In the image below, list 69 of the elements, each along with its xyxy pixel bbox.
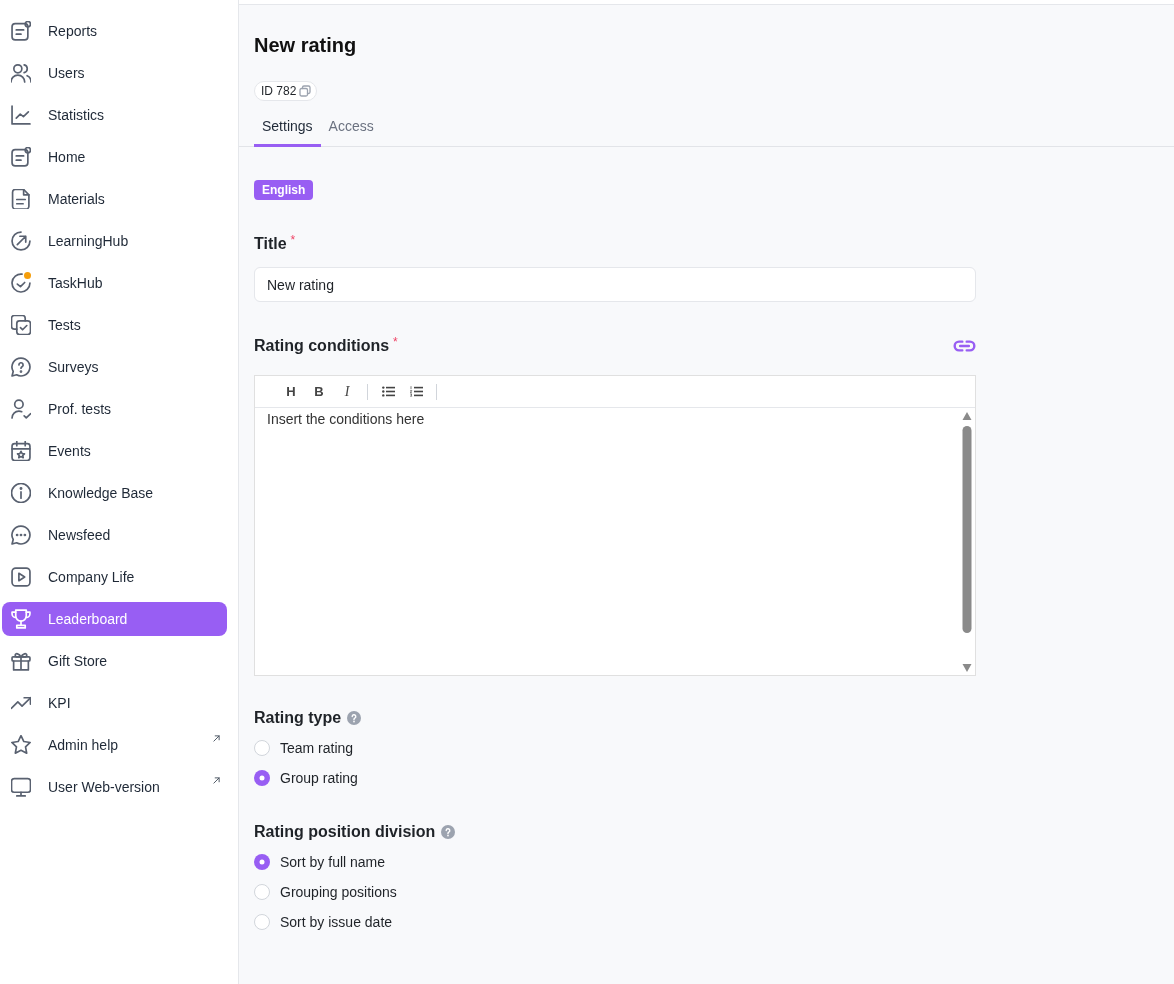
required-mark: * bbox=[393, 336, 398, 348]
sidebar-item[interactable]: User Web-version bbox=[2, 770, 227, 804]
line-chart-icon bbox=[11, 105, 31, 125]
check-circle-icon bbox=[11, 273, 31, 293]
star-icon bbox=[11, 735, 31, 755]
radio-button[interactable] bbox=[254, 740, 270, 756]
required-mark: * bbox=[290, 234, 296, 246]
link-icon[interactable] bbox=[953, 340, 976, 352]
page-title: New rating bbox=[254, 33, 358, 57]
arrow-circle-icon bbox=[11, 231, 31, 251]
sidebar-item[interactable]: Tests bbox=[2, 308, 227, 342]
heading-button[interactable]: H bbox=[277, 377, 305, 406]
radio-label[interactable]: Sort by full name bbox=[280, 851, 386, 873]
help-icon[interactable] bbox=[441, 825, 456, 839]
sidebar-item[interactable]: TaskHub bbox=[2, 266, 227, 300]
sidebar-item[interactable]: KPI bbox=[2, 686, 227, 720]
radio-label[interactable]: Grouping positions bbox=[280, 881, 397, 903]
radio-button[interactable] bbox=[254, 884, 270, 900]
notes-icon bbox=[11, 21, 31, 41]
id-text: ID 782 bbox=[261, 83, 297, 100]
sidebar-item[interactable]: Home bbox=[2, 140, 227, 174]
sidebar-item[interactable]: Gift Store bbox=[2, 644, 227, 678]
users-icon bbox=[11, 63, 31, 83]
radio-button[interactable] bbox=[254, 854, 270, 870]
calendar-icon bbox=[11, 441, 31, 461]
sidebar-item[interactable]: Knowledge Base bbox=[2, 476, 227, 510]
sidebar-item[interactable]: Newsfeed bbox=[2, 518, 227, 552]
sidebar-item[interactable]: Leaderboard bbox=[2, 602, 227, 636]
editor-field[interactable]: Insert the conditions here bbox=[255, 408, 960, 675]
sidebar-item[interactable]: Reports bbox=[2, 14, 227, 48]
radio-button[interactable] bbox=[254, 914, 270, 930]
field-label: Rating type bbox=[254, 708, 342, 728]
question-bubble-icon bbox=[11, 357, 31, 377]
copy-check-icon bbox=[11, 315, 31, 335]
field-label: Rating position division bbox=[254, 822, 436, 842]
field-label: Title bbox=[254, 234, 287, 254]
play-icon bbox=[11, 567, 31, 587]
sidebar-item[interactable]: Admin help bbox=[2, 728, 227, 762]
bullet-list-icon bbox=[381, 386, 395, 397]
tab[interactable]: Settings bbox=[254, 107, 321, 147]
radio-label[interactable]: Sort by issue date bbox=[280, 911, 393, 933]
title-input[interactable]: New rating bbox=[254, 267, 976, 302]
chat-icon bbox=[11, 525, 31, 545]
tab[interactable]: Access bbox=[320, 107, 382, 147]
sidebar-item[interactable]: Company Life bbox=[2, 560, 227, 594]
monitor-icon bbox=[11, 777, 31, 797]
field-label: Rating conditions bbox=[254, 336, 390, 356]
numbered-list-icon bbox=[409, 386, 423, 397]
copy-icon[interactable] bbox=[299, 85, 312, 97]
trophy-icon bbox=[11, 609, 31, 629]
radio-label[interactable]: Group rating bbox=[280, 767, 358, 789]
user-check-icon bbox=[11, 399, 31, 419]
radio-label[interactable]: Team rating bbox=[280, 737, 354, 759]
sidebar-item[interactable]: Users bbox=[2, 56, 227, 90]
notes-icon bbox=[11, 147, 31, 167]
gift-icon bbox=[11, 651, 31, 671]
bold-button[interactable]: B bbox=[305, 377, 333, 406]
radio-button[interactable] bbox=[254, 770, 270, 786]
sidebar-item[interactable]: Events bbox=[2, 434, 227, 468]
info-icon bbox=[11, 483, 31, 503]
italic-button[interactable]: I bbox=[333, 377, 361, 406]
file-icon bbox=[11, 189, 31, 209]
language-badge[interactable]: English bbox=[254, 180, 314, 200]
sidebar-item[interactable]: Prof. tests bbox=[2, 392, 227, 426]
sidebar-item[interactable]: Materials bbox=[2, 182, 227, 216]
sidebar-item[interactable]: LearningHub bbox=[2, 224, 227, 258]
sidebar-item[interactable]: Statistics bbox=[2, 98, 227, 132]
sidebar-item[interactable]: Surveys bbox=[2, 350, 227, 384]
help-icon[interactable] bbox=[347, 711, 362, 725]
